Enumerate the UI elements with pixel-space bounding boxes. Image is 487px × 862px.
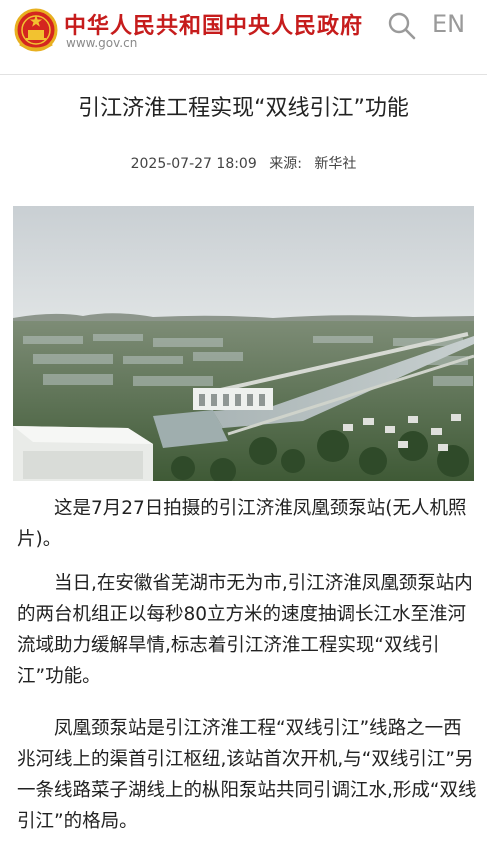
site-url[interactable]: www.gov.cn [66,36,137,50]
source-name: 新华社 [314,156,357,172]
national-emblem-icon[interactable] [14,8,58,54]
source-label: 来源: [269,156,302,172]
article-paragraph: 当日,在安徽省芜湖市无为市,引江济淮凤凰颈泵站内的两台机组正以每秒80立方米的速… [17,573,473,687]
article-meta: 2025-07-27 18:09 来源: 新华社 [0,153,487,173]
article-title: 引江济淮工程实现“双线引江”功能 [78,96,409,121]
search-icon[interactable] [388,12,416,40]
site-header: 中华人民共和国中央人民政府 www.gov.cn EN [0,0,487,75]
article-paragraph: 凤凰颈泵站是引江济淮工程“双线引江”线路之一西兆河线上的渠首引江枢纽,该站首次开… [17,718,477,832]
language-toggle[interactable]: EN [432,10,465,38]
article-photo [13,206,474,481]
publish-date: 2025-07-27 18:09 [130,156,257,172]
article-paragraph: 这是7月27日拍摄的引江济淮凤凰颈泵站(无人机照片)。 [17,498,467,550]
